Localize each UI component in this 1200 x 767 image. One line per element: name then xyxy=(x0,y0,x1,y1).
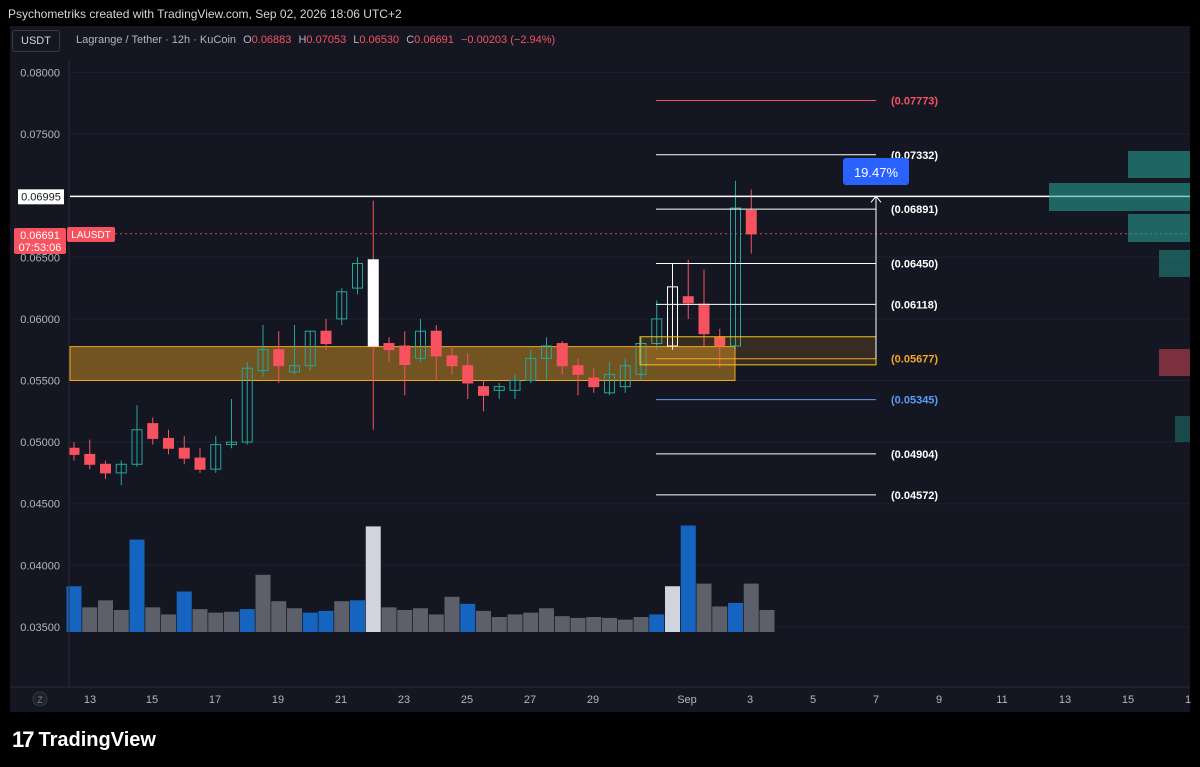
symbol-box[interactable]: USDT xyxy=(12,30,60,52)
chart-title[interactable]: Lagrange / Tether · 12h · KuCoin xyxy=(76,34,236,46)
open-label: O xyxy=(243,34,252,46)
change-value: −0.00203 (−2.94%) xyxy=(460,34,556,46)
high-value: 0.07053 xyxy=(306,34,347,46)
watermark-text: Psychometriks created with TradingView.c… xyxy=(8,7,402,21)
low-value: 0.06530 xyxy=(359,34,400,46)
tv-logo-text: TradingView xyxy=(38,728,156,751)
close-label: C xyxy=(406,34,415,46)
close-value: 0.06691 xyxy=(414,34,454,46)
tv-logo-icon: 17 xyxy=(12,727,35,752)
chart-panel[interactable] xyxy=(10,26,1190,712)
tradingview-logo[interactable]: 17 TradingView xyxy=(12,727,156,752)
ohlc-header: Lagrange / Tether · 12h · KuCoin O0.0688… xyxy=(76,34,555,46)
watermark-bar: Psychometriks created with TradingView.c… xyxy=(0,0,1200,26)
open-value: 0.06883 xyxy=(251,34,292,46)
